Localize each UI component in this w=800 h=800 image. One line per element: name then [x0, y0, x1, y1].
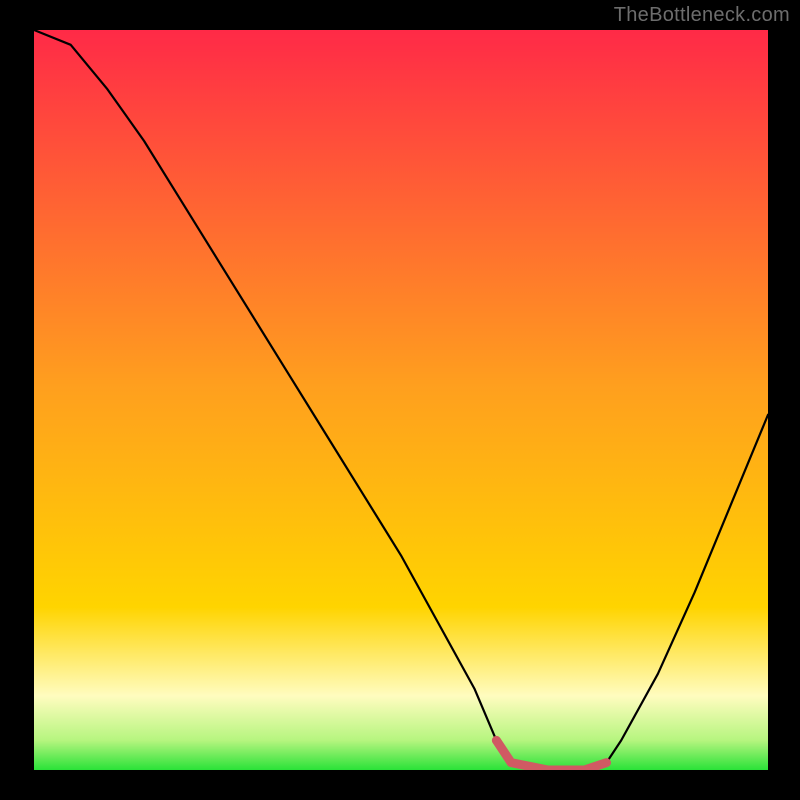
chart-frame: TheBottleneck.com — [0, 0, 800, 800]
watermark-text: TheBottleneck.com — [614, 4, 790, 27]
bottleneck-plot-svg — [34, 30, 768, 770]
plot-area — [34, 30, 768, 770]
